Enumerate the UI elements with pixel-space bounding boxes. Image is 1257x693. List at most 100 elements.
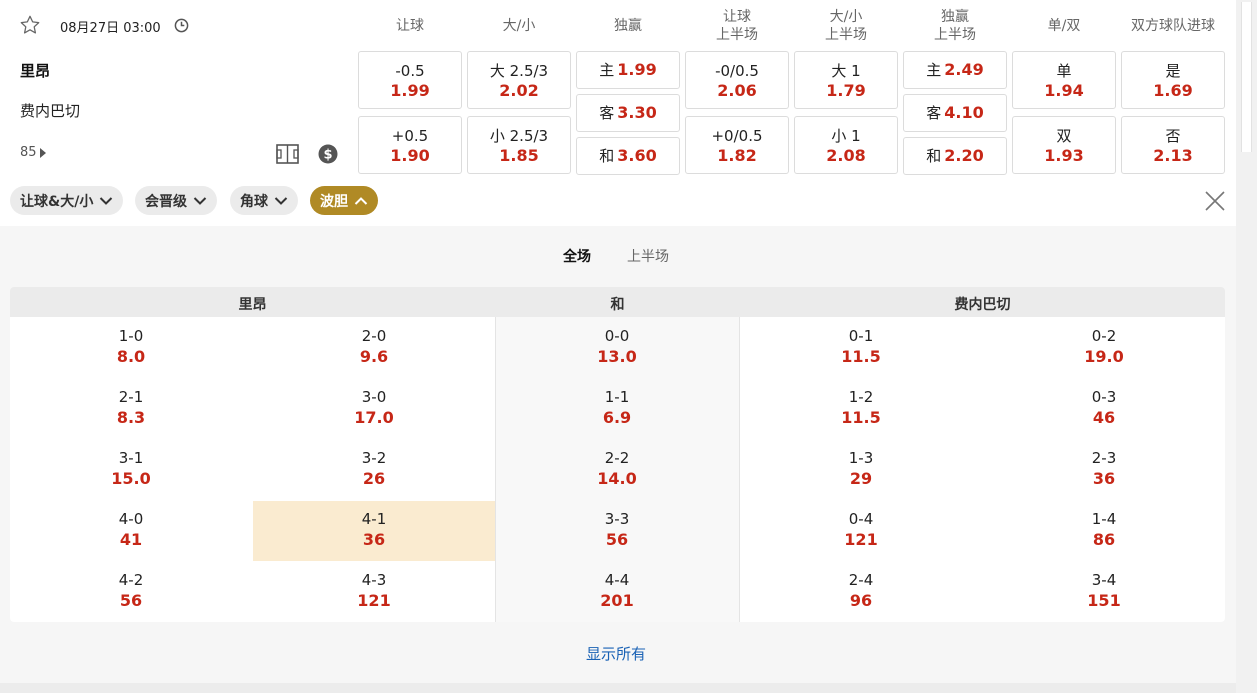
- score-cell[interactable]: 2-0 9.6: [253, 317, 495, 377]
- score-cell[interactable]: 3-0 17.0: [253, 378, 495, 438]
- score-cell[interactable]: 1-3 29: [740, 439, 982, 499]
- tab-full-time[interactable]: 全场: [563, 246, 591, 266]
- score-odd: 121: [844, 530, 878, 549]
- score-cell[interactable]: 4-4 201: [496, 561, 738, 621]
- col-header-handicap: 让球: [396, 18, 424, 34]
- odds-button-moneyline-1h-draw[interactable]: 和 2.20: [903, 137, 1007, 175]
- chevron-down-icon: [193, 196, 207, 205]
- score-cell[interactable]: 1-1 6.9: [496, 378, 738, 438]
- home-team-name: 里昂: [20, 62, 51, 80]
- score-label: 3-1: [118, 449, 144, 467]
- odds-button-total-over[interactable]: 大 2.5/3 2.02: [467, 51, 571, 109]
- score-label: 3-4: [1091, 571, 1117, 589]
- score-cell[interactable]: 4-1 36: [253, 500, 495, 560]
- score-odd: 151: [1087, 591, 1121, 610]
- play-arrow-icon: [40, 148, 46, 158]
- favorite-star-icon[interactable]: [19, 14, 41, 36]
- score-odd: 121: [357, 591, 391, 610]
- score-cell[interactable]: 2-3 36: [983, 439, 1225, 499]
- score-odd: 11.5: [841, 347, 881, 366]
- period-tabs: 全场 上半场: [0, 242, 1236, 270]
- odds-button-moneyline-1h-away[interactable]: 客 4.10: [903, 94, 1007, 132]
- score-label: 1-3: [848, 449, 874, 467]
- score-cell[interactable]: 3-2 26: [253, 439, 495, 499]
- score-label: 4-4: [604, 571, 630, 589]
- score-label: 1-2: [848, 388, 874, 406]
- odds-button-handicap-1h-away[interactable]: +0/0.5 1.82: [685, 116, 789, 174]
- score-label: 4-2: [118, 571, 144, 589]
- odds-button-moneyline-home[interactable]: 主 1.99: [576, 51, 680, 89]
- filter-advance[interactable]: 会晋级: [135, 186, 217, 215]
- filter-handicap-total[interactable]: 让球&大/小: [10, 186, 124, 215]
- score-label: 2-4: [848, 571, 874, 589]
- odds-button-handicap-home[interactable]: -0.5 1.99: [358, 51, 462, 109]
- score-cell[interactable]: 4-3 121: [253, 561, 495, 621]
- col-header-moneyline-1h: 独赢 上半场: [934, 9, 976, 43]
- score-cell[interactable]: 4-0 41: [10, 500, 252, 560]
- odds-button-even[interactable]: 双 1.93: [1012, 116, 1116, 174]
- pitch-stats-icon[interactable]: [276, 144, 299, 164]
- match-header: 08月27日 03:00 里昂 费内巴切 85 $ 让球 大/小 独赢 让球 上半…: [0, 0, 1236, 226]
- odds-button-moneyline-1h-home[interactable]: 主 2.49: [903, 51, 1007, 89]
- tab-first-half[interactable]: 上半场: [627, 246, 669, 266]
- svg-text:$: $: [323, 148, 332, 163]
- score-cell[interactable]: 3-3 56: [496, 500, 738, 560]
- score-label: 2-0: [361, 327, 387, 345]
- odds-button-odd[interactable]: 单 1.94: [1012, 51, 1116, 109]
- col-header-handicap-1h: 让球 上半场: [716, 9, 758, 43]
- odds-button-moneyline-draw[interactable]: 和 3.60: [576, 137, 680, 175]
- chevron-down-icon: [274, 196, 288, 205]
- score-cell[interactable]: 0-3 46: [983, 378, 1225, 438]
- odds-button-total-1h-over[interactable]: 大 1 1.79: [794, 51, 898, 109]
- score-cell[interactable]: 0-2 19.0: [983, 317, 1225, 377]
- col-header-odd-even: 单/双: [1047, 18, 1081, 34]
- score-cell[interactable]: 4-2 56: [10, 561, 252, 621]
- show-all-link[interactable]: 显示所有: [586, 643, 646, 664]
- score-odd: 17.0: [354, 408, 394, 427]
- score-cell[interactable]: 2-1 8.3: [10, 378, 252, 438]
- scrollbar-thumb[interactable]: [1241, 2, 1252, 152]
- score-odd: 19.0: [1084, 347, 1124, 366]
- score-odd: 6.9: [602, 408, 632, 427]
- odds-button-total-under[interactable]: 小 2.5/3 1.85: [467, 116, 571, 174]
- score-cell[interactable]: 1-0 8.0: [10, 317, 252, 377]
- col-header-total-1h: 大/小 上半场: [825, 9, 867, 43]
- score-odd: 15.0: [111, 469, 151, 488]
- score-cell[interactable]: 2-2 14.0: [496, 439, 738, 499]
- score-cell[interactable]: 3-1 15.0: [10, 439, 252, 499]
- score-cell[interactable]: 0-0 13.0: [496, 317, 738, 377]
- col-header-btts: 双方球队进球: [1131, 18, 1215, 34]
- odds-button-btts-yes[interactable]: 是 1.69: [1121, 51, 1225, 109]
- score-cell[interactable]: 2-4 96: [740, 561, 982, 621]
- score-cell[interactable]: 3-4 151: [983, 561, 1225, 621]
- correct-score-header: 里昂 和 费内巴切: [10, 287, 1225, 317]
- score-label: 3-3: [604, 510, 630, 528]
- match-minute: 85: [20, 145, 37, 160]
- score-label: 1-0: [118, 327, 144, 345]
- score-label: 2-3: [1091, 449, 1117, 467]
- score-label: 4-3: [361, 571, 387, 589]
- score-cell[interactable]: 1-2 11.5: [740, 378, 982, 438]
- filter-correct-score[interactable]: 波胆: [310, 186, 378, 215]
- cashout-dollar-icon[interactable]: $: [318, 144, 338, 164]
- odds-button-handicap-away[interactable]: +0.5 1.90: [358, 116, 462, 174]
- odds-button-moneyline-away[interactable]: 客 3.30: [576, 94, 680, 132]
- score-cell[interactable]: 0-1 11.5: [740, 317, 982, 377]
- chevron-down-icon: [100, 196, 113, 205]
- odds-button-total-1h-under[interactable]: 小 1 2.08: [794, 116, 898, 174]
- score-cell[interactable]: 1-4 86: [983, 500, 1225, 560]
- score-odd: 8.0: [116, 347, 146, 366]
- score-label: 0-3: [1091, 388, 1117, 406]
- close-icon[interactable]: [1203, 189, 1227, 213]
- filter-corners[interactable]: 角球: [230, 186, 298, 215]
- odds-button-btts-no[interactable]: 否 2.13: [1121, 116, 1225, 174]
- score-cell[interactable]: 0-4 121: [740, 500, 982, 560]
- score-label: 4-0: [118, 510, 144, 528]
- match-card: 08月27日 03:00 里昂 费内巴切 85 $ 让球 大/小 独赢 让球 上半…: [0, 0, 1236, 683]
- scrollbar[interactable]: [1236, 0, 1257, 693]
- score-label: 3-2: [361, 449, 387, 467]
- odds-button-handicap-1h-home[interactable]: -0/0.5 2.06: [685, 51, 789, 109]
- header-home: 里昂: [238, 297, 267, 313]
- live-clock-icon: [174, 18, 189, 33]
- score-odd: 86: [1092, 530, 1116, 549]
